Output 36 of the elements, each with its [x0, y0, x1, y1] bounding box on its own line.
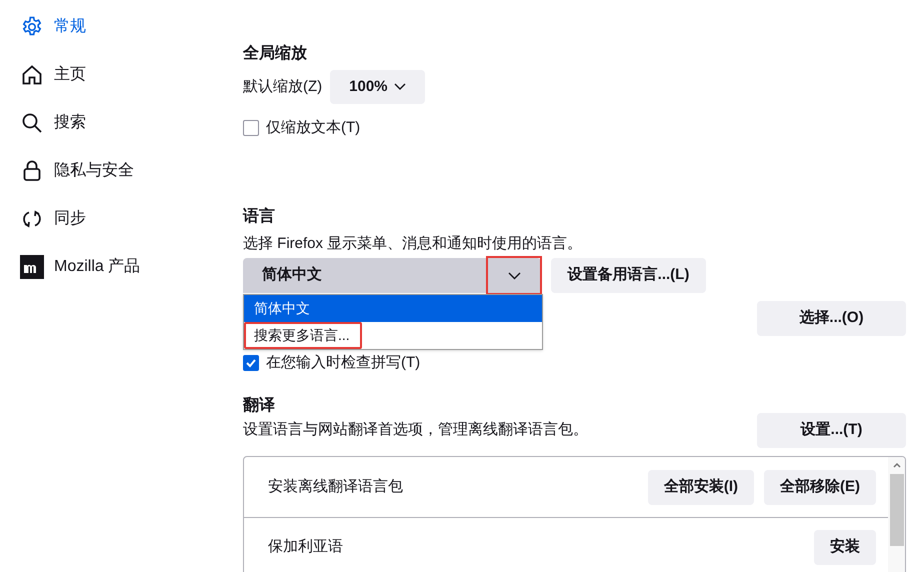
dropdown-option[interactable]: 简体中文: [244, 295, 542, 322]
list-row-button[interactable]: 全部安装(I): [648, 470, 754, 504]
sidebar-item[interactable]: 常规: [20, 3, 86, 51]
search-icon: [20, 111, 44, 135]
field-label: 默认缩放(Z): [243, 76, 322, 97]
home-icon: [20, 63, 44, 87]
checkbox-label: 在您输入时检查拼写(T): [266, 352, 420, 373]
checkbox[interactable]: [243, 120, 259, 136]
sidebar-item[interactable]: 主页: [20, 51, 86, 99]
chevron-down-icon: [508, 272, 520, 280]
translation-settings-button[interactable]: 设置...(T): [757, 413, 906, 448]
sidebar-item[interactable]: 搜索: [20, 99, 86, 147]
chevron-down-icon: [394, 83, 406, 91]
scrollbar-thumb[interactable]: [890, 474, 904, 546]
set-alternatives-button[interactable]: 设置备用语言...(L): [551, 258, 706, 293]
section-heading: 语言: [243, 206, 276, 227]
section-heading: 翻译: [243, 396, 276, 416]
mozilla-logo-icon: [20, 255, 44, 279]
list-row-label: 保加利亚语: [268, 537, 343, 558]
sidebar-item[interactable]: Mozilla 产品: [20, 243, 140, 291]
list-row-button[interactable]: 安装: [814, 530, 876, 565]
language-select[interactable]: 简体中文: [243, 258, 541, 293]
sidebar-item[interactable]: 隐私与安全: [20, 147, 134, 195]
section-heading: 全局缩放: [243, 43, 308, 64]
choose-button[interactable]: 选择...(O): [757, 301, 906, 336]
zoom-dropdown[interactable]: 100%: [330, 70, 425, 104]
dropdown-option[interactable]: 搜索更多语言...: [244, 322, 362, 349]
list-row-label: 安装离线翻译语言包: [268, 476, 403, 497]
checkbox[interactable]: [243, 355, 259, 371]
list-row-button[interactable]: 全部移除(E): [764, 470, 876, 504]
sidebar-item[interactable]: 同步: [20, 195, 86, 243]
checkbox-label: 仅缩放文本(T): [266, 118, 360, 138]
description-text: 设置语言与网站翻译首选项，管理离线翻译语言包。: [243, 420, 588, 440]
description-text: 选择 Firefox 显示菜单、消息和通知时使用的语言。: [243, 234, 584, 253]
check-icon: [245, 357, 257, 369]
scrollbar[interactable]: [888, 457, 905, 572]
